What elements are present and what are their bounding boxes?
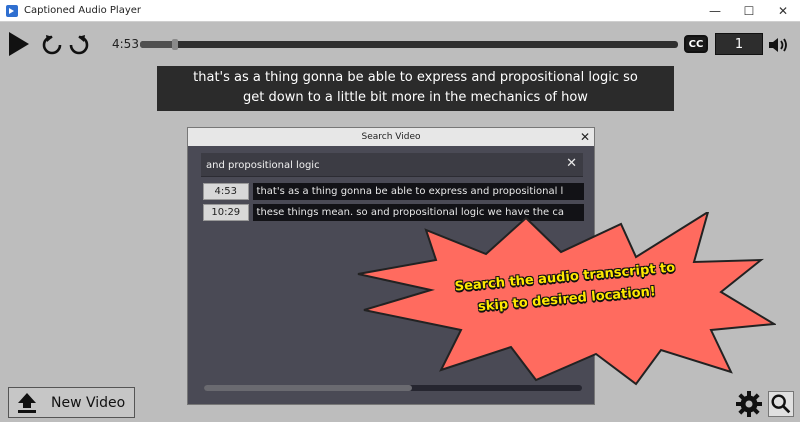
caption-line-2: get down to a little bit more in the mec… [243,90,588,105]
player-toolbar: 4:53 CC 1 [0,24,800,64]
maximize-button[interactable]: ☐ [732,0,766,22]
gear-icon-svg [736,391,762,417]
rewind-icon[interactable] [41,34,63,56]
result-timestamp[interactable]: 4:53 [203,183,249,200]
volume-icon[interactable] [768,36,790,54]
playback-speed-field[interactable]: 1 [715,33,763,55]
window-controls: — ☐ ✕ [698,0,800,22]
gear-icon[interactable] [736,391,762,417]
upload-icon [17,392,37,414]
result-row[interactable]: 4:53 that's as a thing gonna be able to … [203,183,584,200]
clear-search-icon[interactable]: ✕ [566,156,577,171]
rewind-icon-svg [42,35,62,55]
caption-box: that's as a thing gonna be able to expre… [157,66,674,111]
forward-icon[interactable] [68,34,90,56]
play-icon[interactable] [9,32,29,56]
search-field: ✕ [201,153,583,177]
forward-icon-svg [69,35,89,55]
dialog-title: Search Video [361,132,421,142]
dialog-close-icon[interactable]: ✕ [580,129,590,145]
current-time: 4:53 [112,37,139,51]
search-icon [771,394,791,414]
result-timestamp[interactable]: 10:29 [203,204,249,221]
app-icon [6,4,18,17]
upload-icon-svg [18,392,36,413]
new-video-label: New Video [51,394,126,411]
minimize-button[interactable]: — [698,0,732,22]
search-button[interactable] [768,391,794,417]
search-input[interactable] [206,156,556,174]
seek-bar[interactable] [140,39,678,50]
caption-line-1: that's as a thing gonna be able to expre… [193,70,638,85]
seek-bar-fill [140,41,175,48]
callout-burst: Search the audio transcript to skip to d… [356,212,776,387]
dialog-title-bar: Search Video ✕ [188,128,594,146]
result-text[interactable]: that's as a thing gonna be able to expre… [252,183,584,200]
new-video-button[interactable]: New Video [8,387,135,418]
seek-bar-handle[interactable] [171,39,178,50]
closed-captions-button[interactable]: CC [684,35,708,53]
window-title: Captioned Audio Player [24,5,142,16]
volume-icon-svg [769,38,787,52]
close-button[interactable]: ✕ [766,0,800,22]
title-bar: Captioned Audio Player — ☐ ✕ [0,0,800,22]
